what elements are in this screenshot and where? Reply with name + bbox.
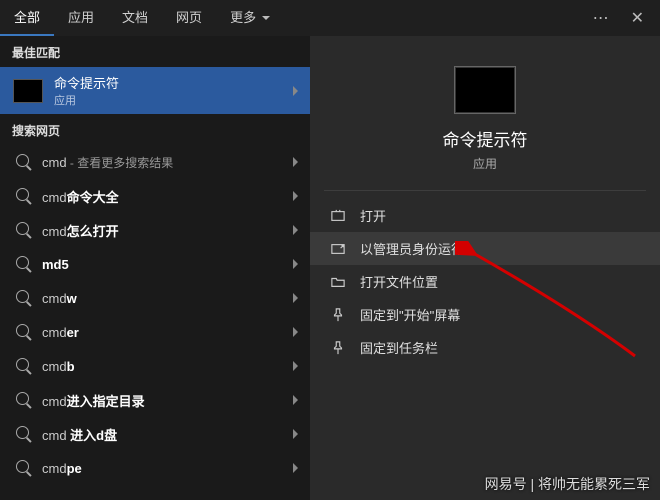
tab-more-label: 更多 [230, 0, 256, 36]
action-pin-taskbar[interactable]: 固定到任务栏 [310, 331, 660, 364]
folder-icon [330, 274, 346, 290]
web-suggestion[interactable]: cmd命令大全 [0, 179, 310, 213]
watermark: 网易号 | 将帅无能累死三军 [485, 474, 650, 494]
search-icon [16, 392, 29, 405]
cmd-icon [13, 79, 43, 103]
web-suggestion[interactable]: cmd - 查看更多搜索结果 [0, 145, 310, 179]
chevron-right-icon [293, 225, 298, 235]
action-pin-taskbar-label: 固定到任务栏 [360, 338, 438, 357]
detail-title: 命令提示符 [310, 126, 660, 151]
open-icon [330, 208, 346, 224]
action-pin-start-label: 固定到"开始"屏幕 [360, 305, 460, 324]
search-icon [16, 290, 29, 303]
web-suggestion[interactable]: cmd 进入d盘 [0, 417, 310, 451]
results-panel: 最佳匹配 命令提示符 应用 搜索网页 cmd - 查看更多搜索结果 cmd命令大全… [0, 36, 310, 500]
tab-web[interactable]: 网页 [162, 0, 216, 36]
chevron-right-icon [293, 361, 298, 371]
pin-taskbar-icon [330, 340, 346, 356]
search-web-header: 搜索网页 [0, 114, 310, 145]
web-suggestion[interactable]: cmd怎么打开 [0, 213, 310, 247]
chevron-right-icon [293, 157, 298, 167]
web-suggestion[interactable]: cmder [0, 315, 310, 349]
web-suggestion[interactable]: cmdw [0, 281, 310, 315]
shield-icon [330, 241, 346, 257]
search-icon [16, 358, 29, 371]
action-run-admin-label: 以管理员身份运行 [360, 239, 464, 258]
search-icon [16, 188, 29, 201]
best-match-title: 命令提示符 [54, 73, 283, 92]
web-suggestion-text: cmdw [42, 291, 283, 306]
search-icon [16, 426, 29, 439]
search-icon [16, 154, 29, 167]
web-suggestion-text: cmd怎么打开 [42, 221, 283, 240]
web-suggestion-text: cmd命令大全 [42, 187, 283, 206]
chevron-right-icon [293, 395, 298, 405]
search-icon [16, 222, 29, 235]
tab-more[interactable]: 更多 [216, 0, 284, 36]
web-suggestion[interactable]: md5 [0, 247, 310, 281]
overflow-menu[interactable]: ⋯ [583, 8, 621, 28]
chevron-right-icon [293, 259, 298, 269]
tab-docs[interactable]: 文档 [108, 0, 162, 36]
tab-all[interactable]: 全部 [0, 0, 54, 36]
detail-app-icon [454, 66, 516, 114]
action-open[interactable]: 打开 [310, 199, 660, 232]
chevron-right-icon [293, 86, 298, 96]
chevron-down-icon [262, 16, 270, 20]
action-open-location[interactable]: 打开文件位置 [310, 265, 660, 298]
web-suggestion-text: cmder [42, 325, 283, 340]
web-suggestion[interactable]: cmd进入指定目录 [0, 383, 310, 417]
web-suggestion[interactable]: cmdpe [0, 451, 310, 485]
best-match-header: 最佳匹配 [0, 36, 310, 67]
web-suggestion-text: cmdpe [42, 461, 283, 476]
search-icon [16, 256, 29, 269]
action-open-location-label: 打开文件位置 [360, 272, 438, 291]
filter-tabs: 全部 应用 文档 网页 更多 ⋯ ✕ [0, 0, 660, 36]
web-suggestion-text: cmd - 查看更多搜索结果 [42, 154, 283, 171]
web-suggestion-text: cmdb [42, 359, 283, 374]
chevron-right-icon [293, 429, 298, 439]
web-suggestion-text: md5 [42, 257, 283, 272]
chevron-right-icon [293, 463, 298, 473]
action-run-admin[interactable]: 以管理员身份运行 [310, 232, 660, 265]
web-suggestion-text: cmd 进入d盘 [42, 425, 283, 444]
tab-apps[interactable]: 应用 [54, 0, 108, 36]
best-match-subtitle: 应用 [54, 92, 283, 108]
close-button[interactable]: ✕ [621, 8, 654, 28]
detail-panel: 命令提示符 应用 打开 以管理员身份运行 打开文件位置 [310, 36, 660, 500]
web-suggestion[interactable]: cmdb [0, 349, 310, 383]
action-pin-start[interactable]: 固定到"开始"屏幕 [310, 298, 660, 331]
search-icon [16, 324, 29, 337]
chevron-right-icon [293, 191, 298, 201]
detail-subtitle: 应用 [310, 155, 660, 172]
web-suggestion-text: cmd进入指定目录 [42, 391, 283, 410]
chevron-right-icon [293, 327, 298, 337]
chevron-right-icon [293, 293, 298, 303]
search-icon [16, 460, 29, 473]
action-open-label: 打开 [360, 206, 386, 225]
pin-start-icon [330, 307, 346, 323]
best-match-item[interactable]: 命令提示符 应用 [0, 67, 310, 114]
